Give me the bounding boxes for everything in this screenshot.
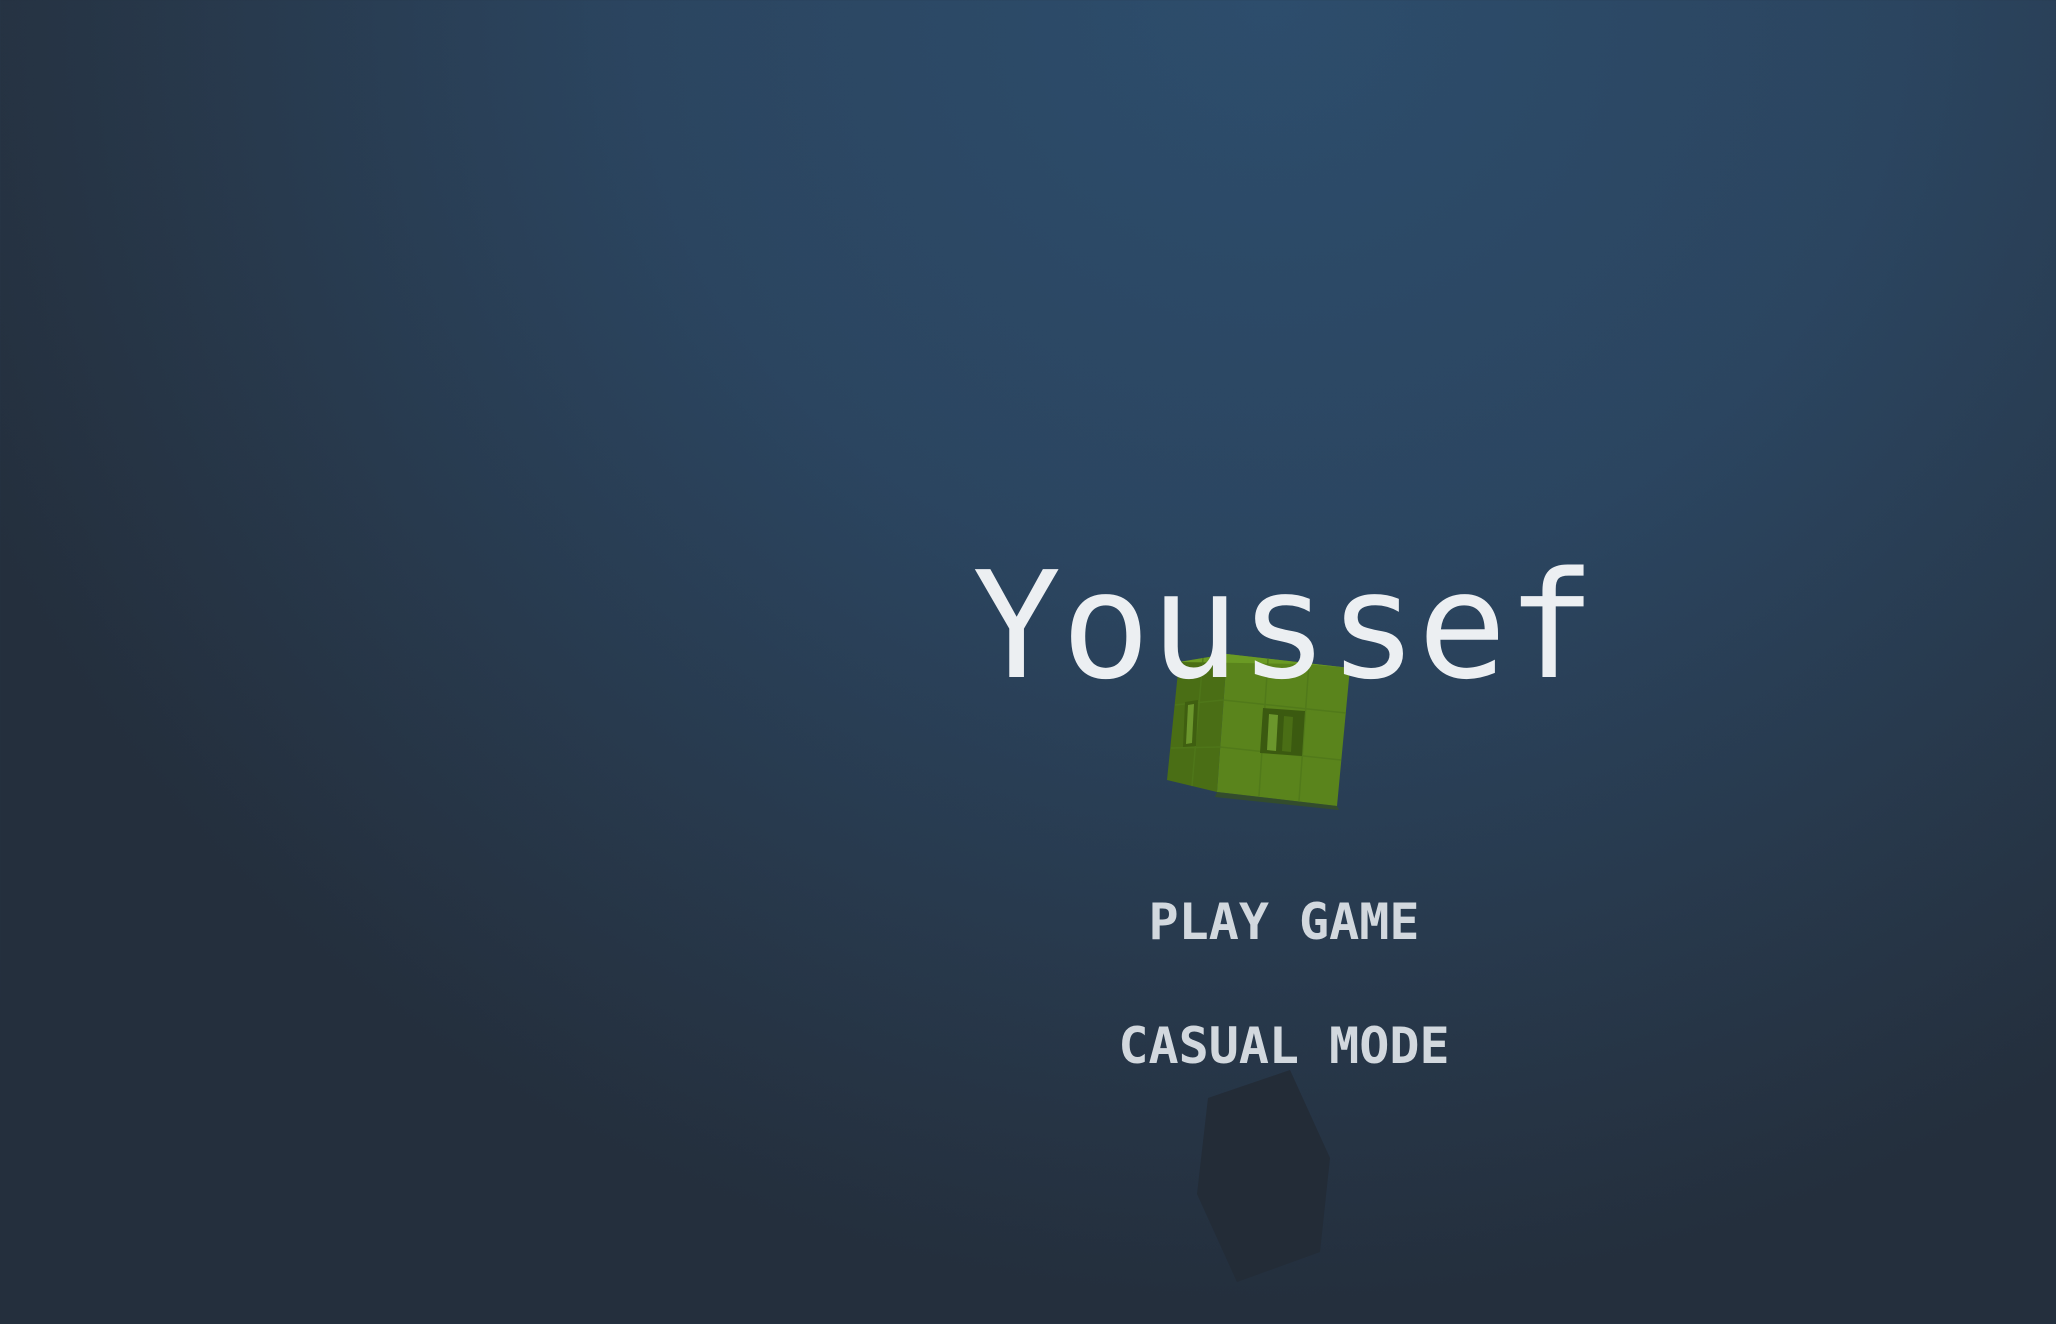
casual-mode-button[interactable]: CASUAL MODE [0, 1016, 2056, 1076]
play-game-button[interactable]: PLAY GAME [0, 892, 2056, 952]
game-title: Youssef [972, 540, 1596, 712]
rock-shape [1197, 1070, 1330, 1282]
